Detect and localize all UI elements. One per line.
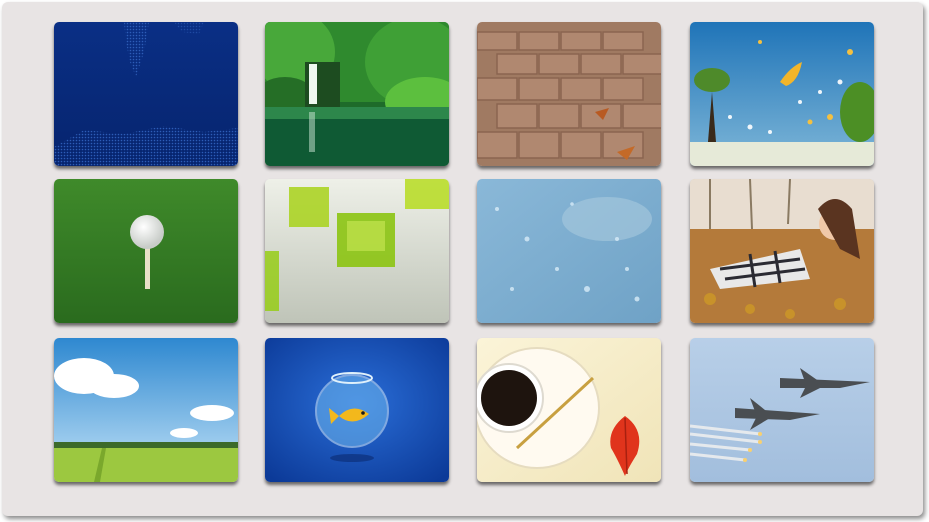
thumbnail-green-cubes[interactable] xyxy=(265,179,449,323)
thumbnail-golf-ball[interactable] xyxy=(54,179,238,323)
wallpaper-gallery xyxy=(2,2,923,516)
thumbnail-waterfall[interactable] xyxy=(265,22,449,166)
golf-ball-image xyxy=(54,179,238,323)
thumbnail-girl-leaves[interactable] xyxy=(690,179,874,323)
butterflies-tree-image xyxy=(690,22,874,166)
girl-leaves-image xyxy=(690,179,874,323)
world-map-image xyxy=(54,22,238,166)
fighter-jets-image xyxy=(690,338,874,482)
raindrops-image xyxy=(477,179,661,323)
thumbnail-green-field[interactable] xyxy=(54,338,238,482)
thumbnail-goldfish-bowl[interactable] xyxy=(265,338,449,482)
goldfish-bowl-image xyxy=(265,338,449,482)
coffee-leaf-image xyxy=(477,338,661,482)
green-field-image xyxy=(54,338,238,482)
brick-pavement-image xyxy=(477,22,661,166)
waterfall-image xyxy=(265,22,449,166)
thumbnail-coffee-leaf[interactable] xyxy=(477,338,661,482)
thumbnail-butterflies-tree[interactable] xyxy=(690,22,874,166)
thumbnail-brick-pavement[interactable] xyxy=(477,22,661,166)
green-cubes-image xyxy=(265,179,449,323)
thumbnail-fighter-jets[interactable] xyxy=(690,338,874,482)
thumbnail-raindrops[interactable] xyxy=(477,179,661,323)
thumbnail-world-map[interactable] xyxy=(54,22,238,166)
